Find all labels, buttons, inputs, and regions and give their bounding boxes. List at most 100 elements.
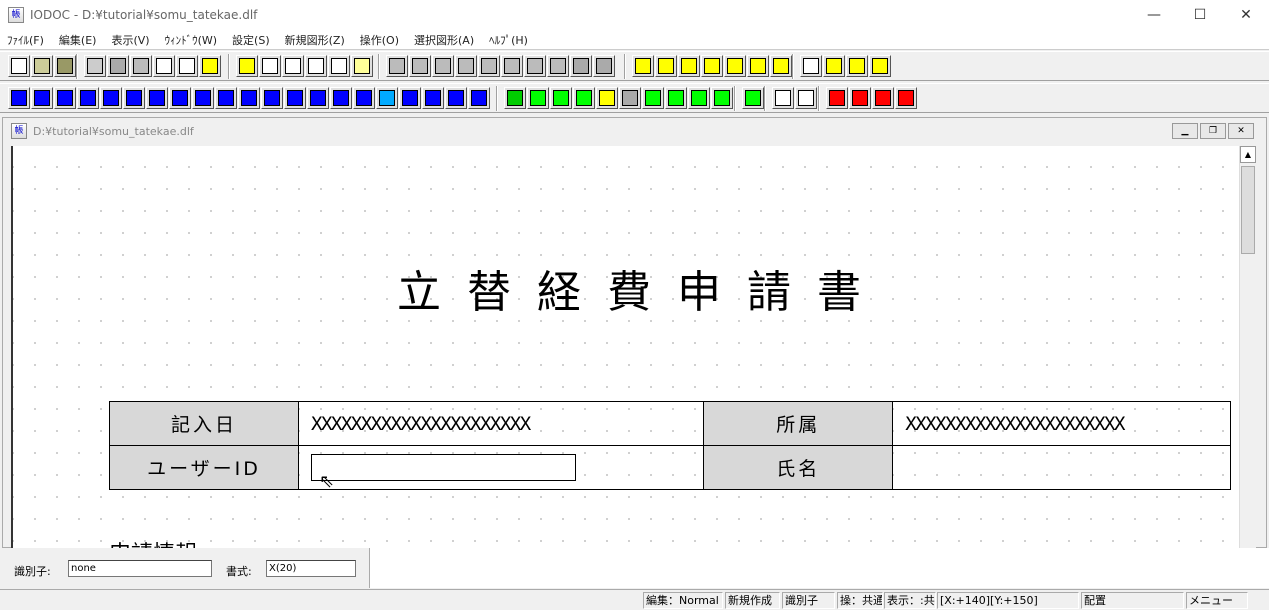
z9-field-button[interactable] [54,87,76,109]
field-user-id-cell[interactable] [297,445,705,490]
arc-button[interactable] [261,87,283,109]
paste-button[interactable] [107,55,129,77]
red-layer-front-button[interactable] [849,87,871,109]
grid-button[interactable] [678,55,700,77]
format-input[interactable]: X(20) [266,560,356,577]
circle-button[interactable] [215,87,237,109]
close-button[interactable]: ✕ [1223,0,1269,30]
field-entry-date[interactable]: XXXXXXXXXXXXXXXXXXXXXX [297,401,705,446]
window-zoom-button[interactable] [282,55,304,77]
label-name[interactable]: 氏名 [703,445,894,490]
maximize-button[interactable]: ☐ [1177,0,1223,30]
image-button[interactable] [376,87,398,109]
scroll-up-icon[interactable]: ▲ [1240,146,1256,163]
swap-button[interactable] [593,55,615,77]
ellipse-button[interactable] [238,87,260,109]
link-objects-button[interactable] [772,87,794,109]
people-button[interactable] [573,87,595,109]
scroll-thumb[interactable] [1241,166,1255,254]
rect-button[interactable] [146,87,168,109]
cross-button[interactable] [665,87,687,109]
page-button[interactable] [747,55,769,77]
copy-button[interactable] [84,55,106,77]
window-page-button[interactable] [305,55,327,77]
grid-light-button[interactable] [701,55,723,77]
layer-front-button[interactable] [823,55,845,77]
field-name[interactable] [892,445,1231,490]
zoom-out-button[interactable] [770,55,792,77]
hline-button[interactable] [77,87,99,109]
select-pointer-button[interactable] [527,87,549,109]
pointer-mode-button[interactable] [742,87,764,109]
open-folder-button[interactable] [31,55,53,77]
red-layer-back-button[interactable] [872,87,894,109]
disabled-button[interactable] [619,87,641,109]
spiral-button[interactable] [445,87,467,109]
document-button[interactable] [176,55,198,77]
layer-back-button[interactable] [846,55,868,77]
form-insert-button[interactable] [504,87,526,109]
menu-item[interactable]: 表示(V) [104,32,157,48]
freeform-button[interactable] [422,87,444,109]
blob-button[interactable] [468,87,490,109]
layer-bottom-button[interactable] [869,55,891,77]
qrcode-button[interactable] [307,87,329,109]
save-button[interactable] [54,55,76,77]
label-department[interactable]: 所属 [703,401,894,446]
curve-button[interactable] [399,87,421,109]
move-button[interactable] [547,55,569,77]
red-layer-all-button[interactable] [826,87,848,109]
tree-objects-button[interactable] [795,87,817,109]
help-button[interactable] [199,55,221,77]
distribute-v-button[interactable] [524,55,546,77]
align-right-button[interactable] [409,55,431,77]
vline-button[interactable] [100,87,122,109]
numbered-field-button[interactable] [31,87,53,109]
user-id-input-box[interactable] [311,454,576,481]
menu-item[interactable]: 設定(S) [225,32,278,48]
diamond-button[interactable] [192,87,214,109]
align-top-button[interactable] [432,55,454,77]
text-button[interactable] [8,87,30,109]
field-ddd-button[interactable] [632,55,654,77]
node-rect-button[interactable] [642,87,664,109]
form-title[interactable]: 立替経費申請書 [13,256,1239,320]
child-restore-button[interactable]: ❐ [1200,123,1226,139]
menu-item[interactable]: 新規図形(Z) [278,32,353,48]
design-canvas[interactable]: 立替経費申請書 記入日 XXXXXXXXXXXXXXXXXXXXXX 所属 XX… [11,146,1239,548]
embed-button[interactable] [596,87,618,109]
red-layer-bottom-button[interactable] [895,87,917,109]
menu-item[interactable]: ﾌｧｲﾙ(F) [0,32,52,48]
new-file-button[interactable] [8,55,30,77]
link-text-button[interactable] [330,87,352,109]
overlap1-button[interactable] [688,87,710,109]
zoom-in-button[interactable] [724,55,746,77]
label-user-id[interactable]: ユーザーID [109,445,299,490]
menu-item[interactable]: 操作(O) [353,32,407,48]
group-select-button[interactable] [550,87,572,109]
minimize-button[interactable]: — [1131,0,1177,30]
align-bottom-button[interactable] [455,55,477,77]
menu-item[interactable]: ﾍﾙﾌﾟ(H) [482,32,536,48]
field-999-button[interactable] [655,55,677,77]
child-close-button[interactable]: ✕ [1228,123,1254,139]
overlap2-button[interactable] [711,87,733,109]
layer-all-button[interactable] [800,55,822,77]
window-text-button[interactable] [259,55,281,77]
window-insert-button[interactable] [236,55,258,77]
menu-item[interactable]: ｳｨﾝﾄﾞｳ(W) [158,32,225,48]
label-entry-date[interactable]: 記入日 [109,401,299,446]
field-department[interactable]: XXXXXXXXXXXXXXXXXXXXXX [892,401,1231,446]
distribute-h-button[interactable] [501,55,523,77]
identifier-input[interactable]: none [68,560,212,577]
page-copy-button[interactable] [153,55,175,77]
align-left-button[interactable] [386,55,408,77]
menu-item[interactable]: 選択図形(A) [407,32,482,48]
window-list-button[interactable] [328,55,350,77]
spell-check-button[interactable] [130,55,152,77]
window-key-button[interactable] [351,55,373,77]
child-minimize-button[interactable]: ▁ [1172,123,1198,139]
vertical-scrollbar[interactable]: ▲ [1239,146,1256,548]
blank-button[interactable] [570,55,592,77]
align-center-button[interactable] [478,55,500,77]
